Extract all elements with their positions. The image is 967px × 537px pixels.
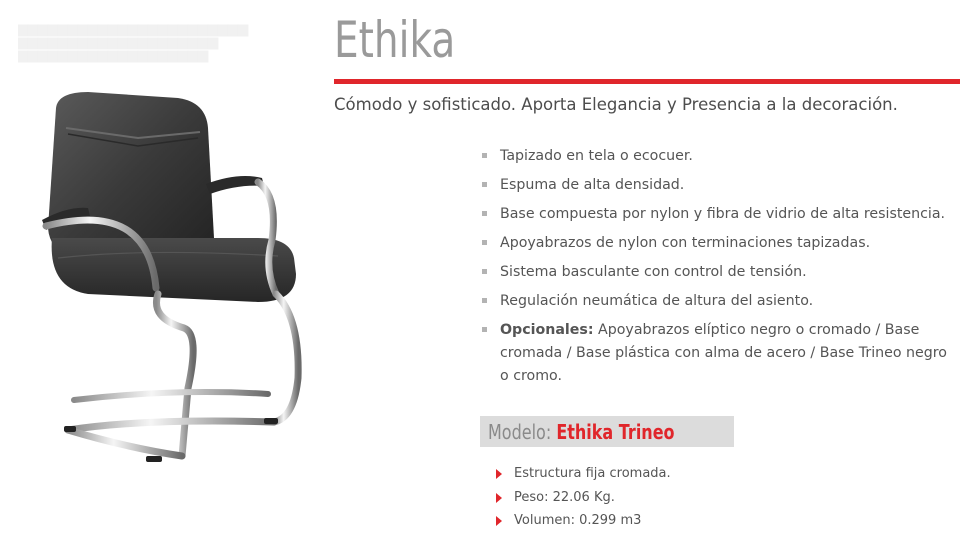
red-triangle-bullet-icon [496, 469, 502, 479]
feature-text: Apoyabrazos de nylon con terminaciones t… [500, 235, 871, 251]
feature-list: Tapizado en tela o ecocuer. Espuma de al… [482, 145, 960, 394]
chair-image [28, 88, 318, 478]
feature-item: Base compuesta por nylon y fibra de vidr… [482, 203, 960, 226]
product-title: Ethika [334, 11, 456, 69]
feature-item: Sistema basculante con control de tensió… [482, 261, 960, 284]
feature-item: Regulación neumática de altura del asien… [482, 290, 960, 313]
feature-item: Tapizado en tela o ecocuer. [482, 145, 960, 168]
feature-item: Apoyabrazos de nylon con terminaciones t… [482, 232, 960, 255]
square-bullet-icon [482, 298, 487, 303]
spec-text: Estructura fija cromada. [514, 466, 671, 481]
spec-item: Volumen: 0.299 m3 [496, 509, 671, 533]
product-tagline: Cómodo y sofisticado. Aporta Elegancia y… [334, 95, 898, 114]
feature-item: Espuma de alta densidad. [482, 174, 960, 197]
faded-background-text: ▆▆▆▆▆▆▆▆▆▆▆▆▆▆▆▆▆▆▆▆▆▆▆ ▆▆▆▆▆▆▆▆▆▆▆▆▆▆▆▆▆… [18, 22, 248, 62]
feature-text: Espuma de alta densidad. [500, 177, 685, 193]
spec-list: Estructura fija cromada. Peso: 22.06 Kg.… [496, 462, 671, 533]
square-bullet-icon [482, 182, 487, 187]
optionals-label: Opcionales: [500, 322, 594, 338]
spec-item: Peso: 22.06 Kg. [496, 486, 671, 510]
model-name: Ethika Trineo [556, 420, 675, 444]
spec-item: Estructura fija cromada. [496, 462, 671, 486]
model-label: Modelo: [488, 420, 552, 444]
square-bullet-icon [482, 269, 487, 274]
feature-item-optionals: Opcionales: Apoyabrazos elíptico negro o… [482, 319, 960, 388]
red-triangle-bullet-icon [496, 516, 502, 526]
red-triangle-bullet-icon [496, 492, 502, 503]
feature-text: Tapizado en tela o ecocuer. [500, 148, 693, 164]
square-bullet-icon [482, 153, 487, 158]
spec-text: Volumen: 0.299 m3 [514, 513, 642, 528]
square-bullet-icon [482, 327, 487, 332]
feature-text: Regulación neumática de altura del asien… [500, 293, 814, 309]
feature-text: Base compuesta por nylon y fibra de vidr… [500, 206, 946, 222]
feature-text: Sistema basculante con control de tensió… [500, 264, 807, 280]
product-page: ▆▆▆▆▆▆▆▆▆▆▆▆▆▆▆▆▆▆▆▆▆▆▆ ▆▆▆▆▆▆▆▆▆▆▆▆▆▆▆▆▆… [0, 0, 967, 537]
model-header: Modelo: Ethika Trineo [480, 416, 734, 447]
square-bullet-icon [482, 211, 487, 216]
spec-text: Peso: 22.06 Kg. [514, 489, 615, 505]
title-divider [334, 79, 960, 84]
square-bullet-icon [482, 240, 487, 245]
